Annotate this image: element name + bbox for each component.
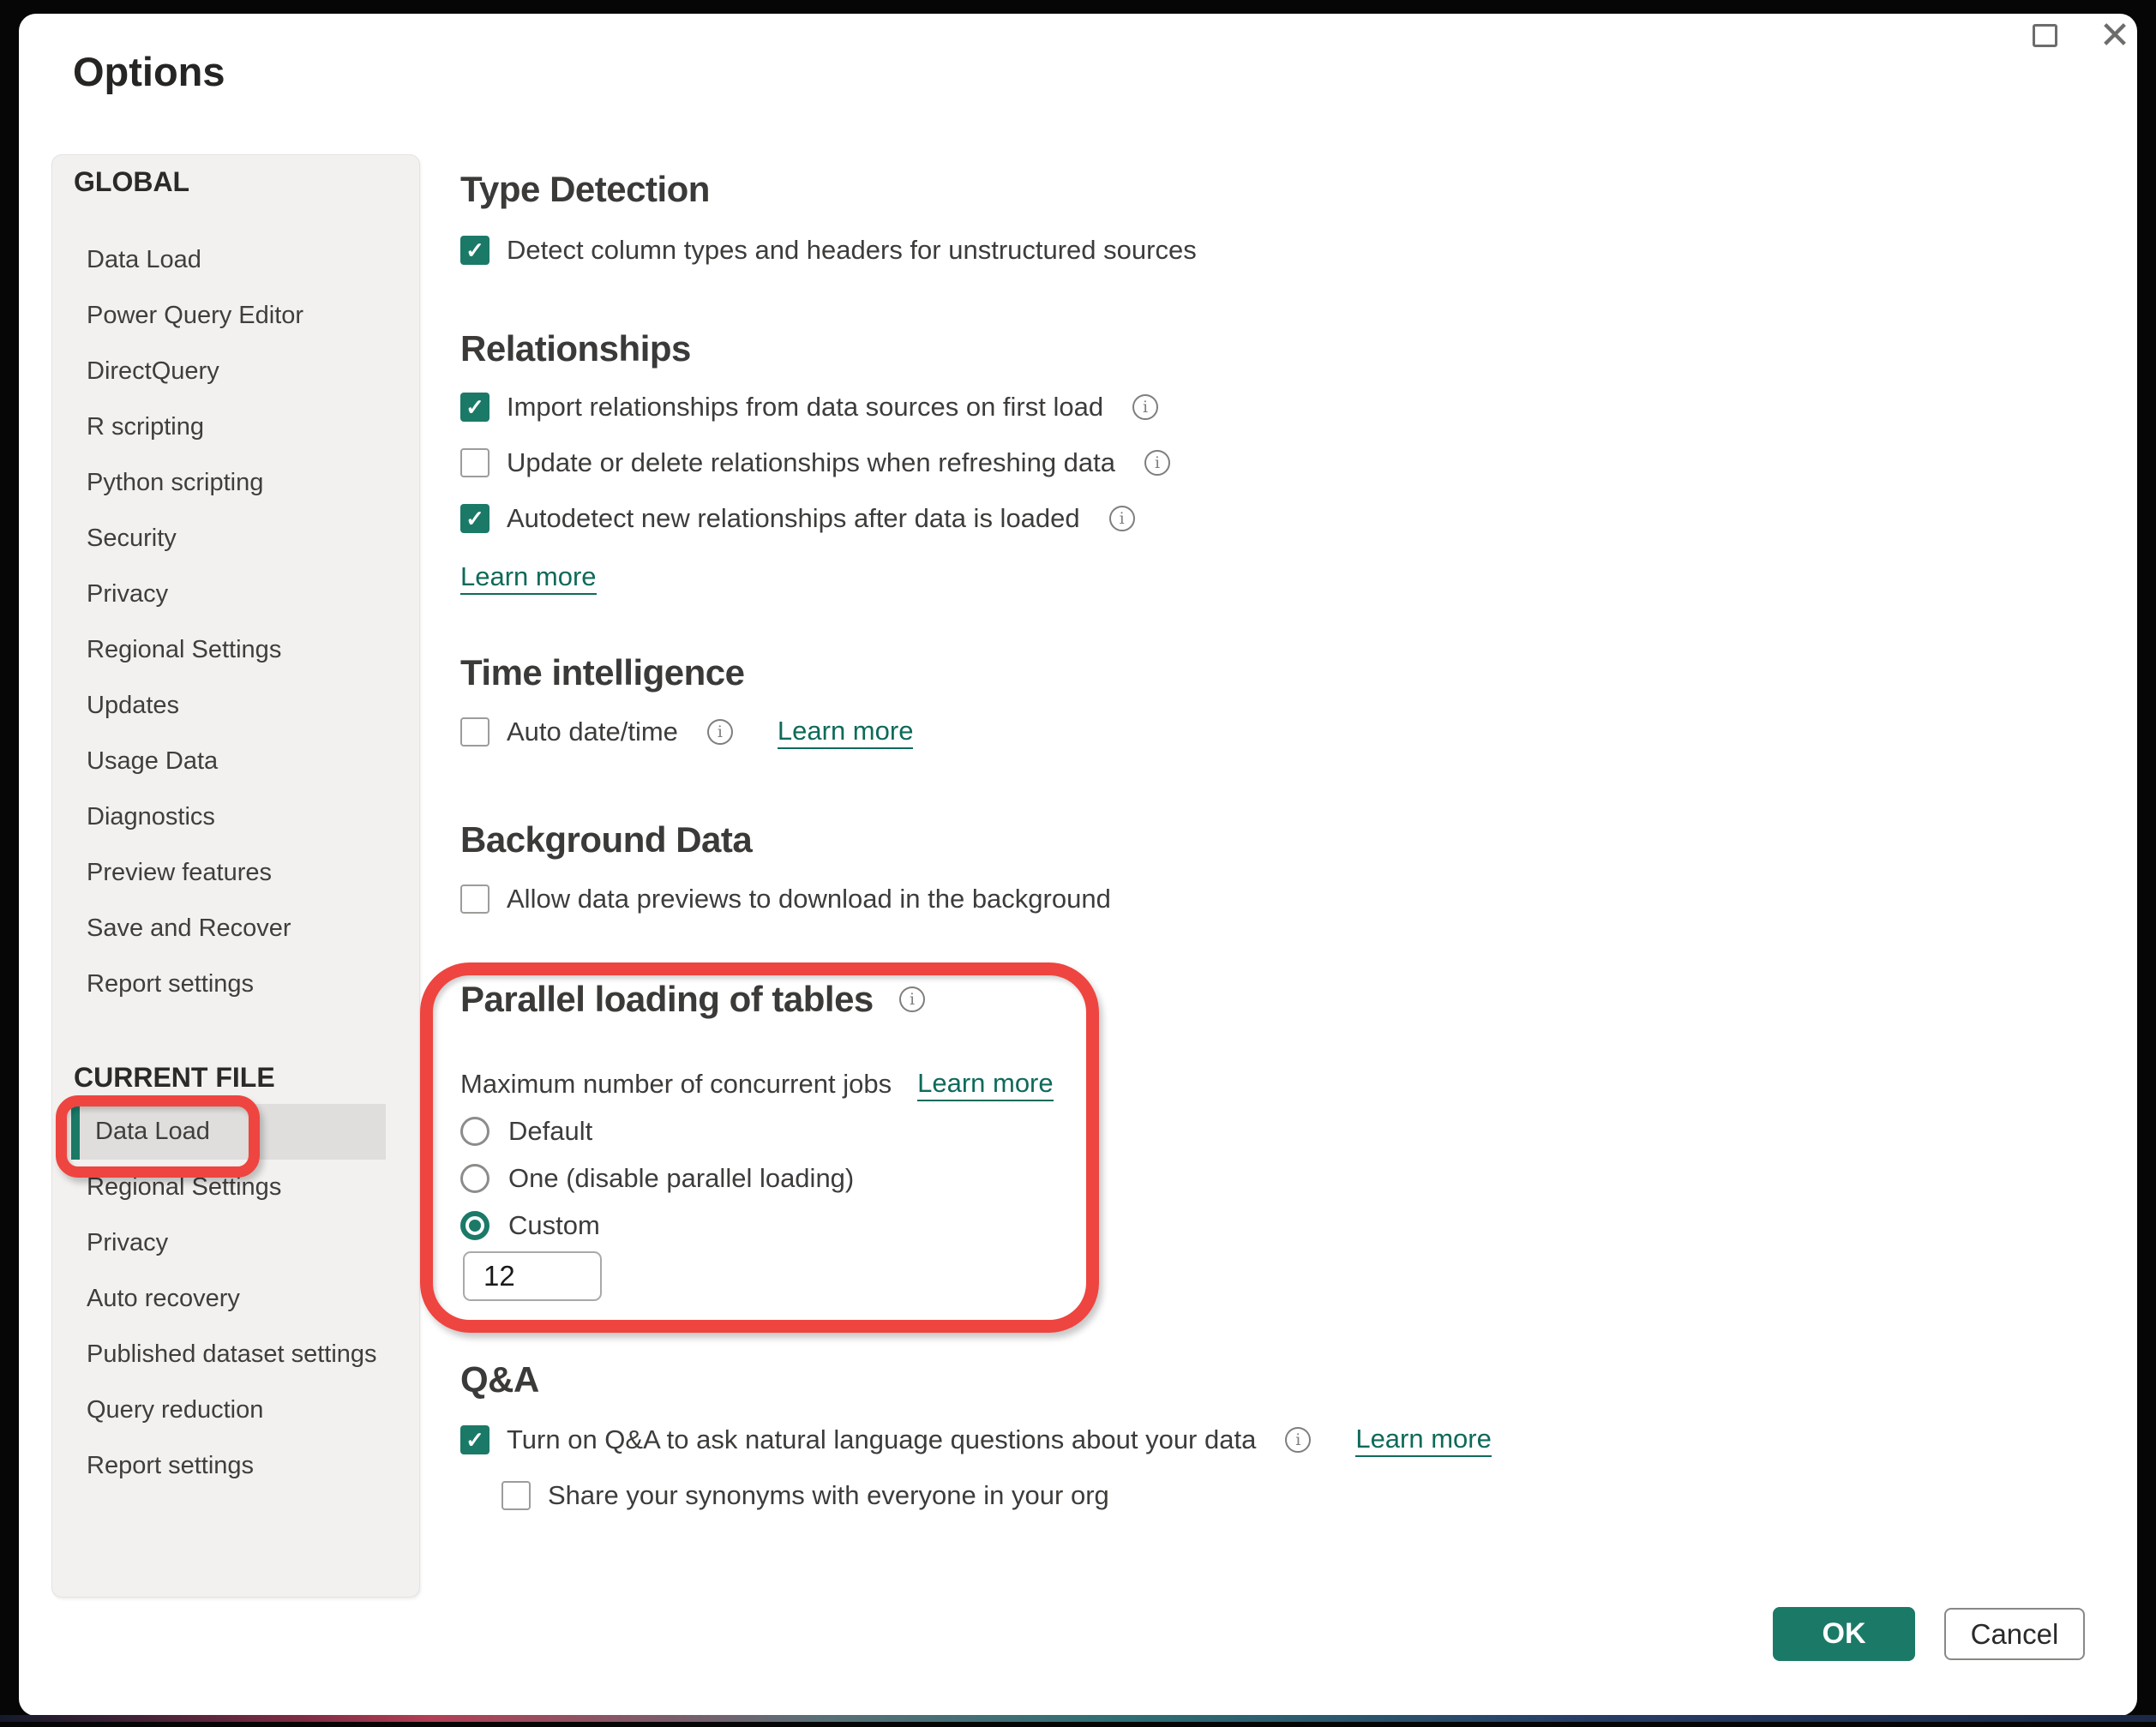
section-title-qa: Q&A (460, 1358, 539, 1401)
learn-more-link-relationships[interactable]: Learn more (460, 561, 597, 595)
check-icon: ✓ (465, 394, 484, 421)
check-icon: ✓ (465, 237, 484, 264)
radio-label: Default (508, 1116, 592, 1147)
ok-button[interactable]: OK (1773, 1607, 1915, 1661)
checkbox-label: Update or delete relationships when refr… (507, 447, 1115, 478)
sidebar-item-directquery[interactable]: DirectQuery (52, 344, 419, 399)
check-icon: ✓ (465, 506, 484, 532)
checkbox-label: Detect column types and headers for unst… (507, 235, 1197, 266)
radio-label: One (disable parallel loading) (508, 1163, 854, 1194)
radio-custom[interactable] (460, 1211, 489, 1240)
dialog-title: Options (73, 48, 225, 96)
checkbox-label: Turn on Q&A to ask natural language ques… (507, 1424, 1256, 1455)
section-title-time-intelligence: Time intelligence (460, 651, 745, 694)
radio-one-disable-parallel[interactable] (460, 1164, 489, 1193)
checkbox-row-allow-data-previews: Allow data previews to download in the b… (460, 882, 1111, 916)
info-icon[interactable]: i (899, 986, 925, 1012)
cancel-button[interactable]: Cancel (1944, 1608, 2085, 1660)
max-concurrent-jobs-label: Maximum number of concurrent jobs (460, 1069, 892, 1100)
relationships-learn-more-row: Learn more (460, 561, 597, 595)
radio-default[interactable] (460, 1117, 489, 1146)
checkbox-label: Autodetect new relationships after data … (507, 503, 1080, 534)
sidebar-item-privacy-global[interactable]: Privacy (52, 567, 419, 622)
sidebar-item-usage-data[interactable]: Usage Data (52, 734, 419, 789)
checkbox-detect-column-types[interactable]: ✓ (460, 236, 489, 265)
section-title-text: Parallel loading of tables (460, 978, 874, 1021)
learn-more-link-time-intelligence[interactable]: Learn more (778, 716, 914, 749)
sidebar-header-global: GLOBAL (52, 155, 419, 208)
radio-label: Custom (508, 1210, 600, 1241)
learn-more-link-qa[interactable]: Learn more (1355, 1424, 1492, 1457)
sidebar-item-security[interactable]: Security (52, 511, 419, 567)
sidebar-item-report-settings-current[interactable]: Report settings (52, 1438, 419, 1494)
checkbox-row-turn-on-qa: ✓ Turn on Q&A to ask natural language qu… (460, 1423, 1492, 1457)
checkbox-allow-data-previews[interactable] (460, 884, 489, 914)
sidebar-item-regional-settings-global[interactable]: Regional Settings (52, 622, 419, 678)
section-title-background-data: Background Data (460, 819, 752, 861)
section-title-relationships: Relationships (460, 327, 691, 370)
checkbox-turn-on-qa[interactable]: ✓ (460, 1425, 489, 1454)
checkbox-row-autodetect-relationships: ✓ Autodetect new relationships after dat… (460, 501, 1135, 536)
radio-row-custom: Custom (460, 1208, 600, 1243)
sidebar-item-data-load-global[interactable]: Data Load (52, 232, 419, 288)
bottom-edge-gradient (0, 1715, 2156, 1722)
checkbox-row-detect-column-types: ✓ Detect column types and headers for un… (460, 233, 1197, 267)
sidebar-item-save-and-recover[interactable]: Save and Recover (52, 901, 419, 956)
section-title-type-detection: Type Detection (460, 168, 710, 211)
sidebar-item-report-settings-global[interactable]: Report settings (52, 956, 419, 1012)
sidebar-item-updates[interactable]: Updates (52, 678, 419, 734)
close-icon[interactable]: ✕ (2093, 10, 2136, 62)
checkbox-update-delete-relationships[interactable] (460, 448, 489, 477)
radio-row-one: One (disable parallel loading) (460, 1161, 854, 1196)
max-concurrent-jobs-row: Maximum number of concurrent jobs Learn … (460, 1067, 1054, 1101)
info-icon[interactable]: i (1132, 394, 1158, 420)
checkbox-auto-date-time[interactable] (460, 717, 489, 747)
sidebar-item-python-scripting[interactable]: Python scripting (52, 455, 419, 511)
checkbox-row-update-delete-relationships: Update or delete relationships when refr… (460, 446, 1170, 480)
checkbox-label: Allow data previews to download in the b… (507, 884, 1111, 914)
checkbox-label: Import relationships from data sources o… (507, 392, 1103, 423)
custom-jobs-input[interactable] (463, 1251, 602, 1301)
checkbox-row-auto-date-time: Auto date/time i Learn more (460, 715, 913, 749)
info-icon[interactable]: i (1285, 1427, 1311, 1453)
sidebar-item-preview-features[interactable]: Preview features (52, 845, 419, 901)
info-icon[interactable]: i (1109, 506, 1135, 531)
radio-row-default: Default (460, 1114, 592, 1148)
check-icon: ✓ (465, 1427, 484, 1454)
sidebar-item-privacy-current[interactable]: Privacy (52, 1215, 419, 1271)
section-title-parallel-loading: Parallel loading of tables i (460, 978, 925, 1021)
sidebar-item-r-scripting[interactable]: R scripting (52, 399, 419, 455)
maximize-icon[interactable] (2033, 24, 2057, 47)
sidebar-header-current-file: CURRENT FILE (52, 1051, 419, 1104)
sidebar-item-published-dataset-settings[interactable]: Published dataset settings (52, 1327, 419, 1382)
checkbox-import-relationships[interactable]: ✓ (460, 393, 489, 422)
sidebar-item-diagnostics[interactable]: Diagnostics (52, 789, 419, 845)
checkbox-row-import-relationships: ✓ Import relationships from data sources… (460, 390, 1158, 424)
checkbox-label: Auto date/time (507, 717, 678, 747)
checkbox-label: Share your synonyms with everyone in you… (548, 1480, 1109, 1511)
checkbox-row-share-synonyms: Share your synonyms with everyone in you… (501, 1478, 1109, 1513)
sidebar-item-auto-recovery[interactable]: Auto recovery (52, 1271, 419, 1327)
info-icon[interactable]: i (707, 719, 733, 745)
learn-more-link-parallel-loading[interactable]: Learn more (917, 1068, 1054, 1101)
info-icon[interactable]: i (1144, 450, 1170, 476)
sidebar: GLOBAL Data Load Power Query Editor Dire… (51, 154, 420, 1598)
options-dialog: Options ✕ GLOBAL Data Load Power Query E… (19, 14, 2137, 1716)
radio-dot (469, 1220, 481, 1232)
sidebar-item-data-load-current-selected[interactable]: Data Load (71, 1104, 386, 1160)
sidebar-item-query-reduction[interactable]: Query reduction (52, 1382, 419, 1438)
sidebar-item-regional-settings-current[interactable]: Regional Settings (52, 1160, 419, 1215)
checkbox-share-synonyms[interactable] (501, 1481, 531, 1510)
screen-background: Options ✕ GLOBAL Data Load Power Query E… (0, 0, 2156, 1727)
sidebar-item-power-query-editor[interactable]: Power Query Editor (52, 288, 419, 344)
checkbox-autodetect-relationships[interactable]: ✓ (460, 504, 489, 533)
